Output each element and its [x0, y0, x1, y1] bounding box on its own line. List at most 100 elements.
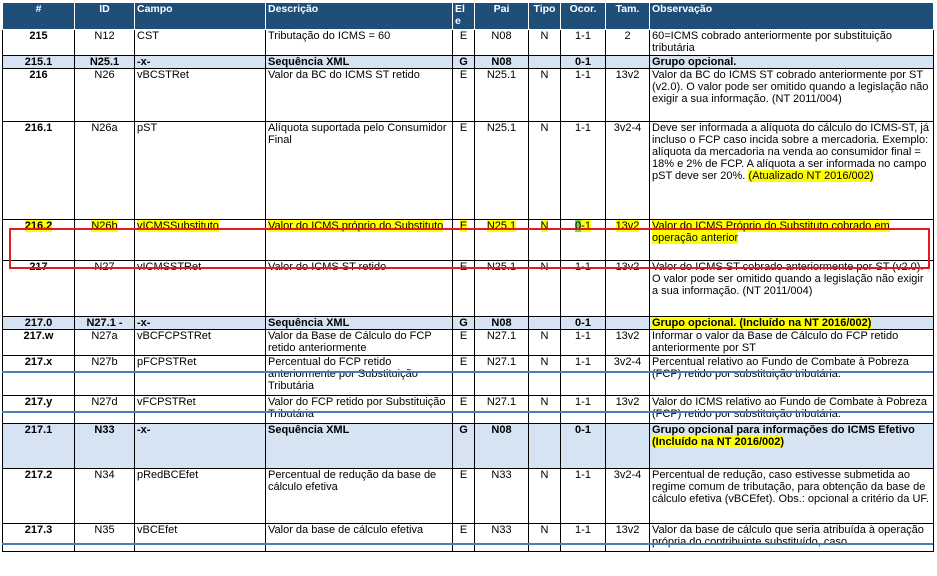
cell-num: 217.3 [2, 523, 75, 552]
cell-obs: Grupo opcional para informações do ICMS … [649, 423, 934, 469]
table-row: 217.x N27b pFCPSTRet Percentual do FCP r… [2, 355, 934, 396]
cell-obs: Grupo opcional. [649, 55, 934, 69]
cell-pai: N33 [474, 468, 529, 524]
cell-ele: E [452, 523, 475, 552]
cell-desc: Sequência XML [265, 55, 453, 69]
col-header-descricao: Descrição [265, 2, 453, 30]
cell-id: N26 [74, 68, 135, 122]
cell-campo: pRedBCEfet [134, 468, 266, 524]
cell-obs-text: Grupo opcional. (Incluído na NT 2016/002… [652, 317, 872, 329]
cell-tam: 13v2 [605, 329, 650, 356]
cell-num: 215.1 [2, 55, 75, 69]
cell-campo: pST [134, 121, 266, 220]
table-row: 215.1 N25.1 -x- Sequência XML G N08 0-1 … [2, 55, 934, 69]
update-note: (Incluído na NT 2016/002) [652, 436, 785, 448]
table-row: 217.3 N35 vBCEfet Valor da base de cálcu… [2, 523, 934, 552]
table-row: 217.0 N27.1 - -x- Sequência XML G N08 0-… [2, 316, 934, 330]
cell-id: N27 [74, 260, 135, 317]
cell-id-text: N26b [91, 220, 118, 232]
cell-campo: vBCEfet [134, 523, 266, 552]
cell-tipo: N [528, 355, 561, 396]
cell-pai: N25.1 [474, 121, 529, 220]
cell-tam: 13v2 [605, 260, 650, 317]
cell-id: N27a [74, 329, 135, 356]
cell-obs: Valor do ICMS Próprio do Substituto cobr… [649, 219, 934, 261]
cell-tipo [528, 423, 561, 469]
cell-tipo: N [528, 68, 561, 122]
cell-ocor: 1-1 [560, 260, 606, 317]
cell-desc: Alíquota suportada pelo Consumidor Final [265, 121, 453, 220]
cell-ele-text: E [459, 220, 468, 232]
cell-pai: N25.1 [474, 68, 529, 122]
cell-ocor: 0-1 [560, 55, 606, 69]
cell-pai: N08 [474, 29, 529, 56]
cell-ocor: 0-1 [560, 219, 606, 261]
cell-id: N12 [74, 29, 135, 56]
col-header-ocor: Ocor. [560, 2, 606, 30]
cell-id: N35 [74, 523, 135, 552]
cell-campo: vICMSSubstituto [134, 219, 266, 261]
cell-pai: N08 [474, 316, 529, 330]
cell-id: N27d [74, 395, 135, 424]
cell-tipo: N [528, 468, 561, 524]
row-divider-accent [2, 411, 933, 413]
cell-ele: E [452, 260, 475, 317]
cell-tipo: N [528, 523, 561, 552]
cell-obs: Valor do ICMS relativo ao Fundo de Comba… [649, 395, 934, 424]
cell-id: N26b [74, 219, 135, 261]
cell-ocor: 0-1 [560, 316, 606, 330]
cell-pai: N33 [474, 523, 529, 552]
cell-ele: E [452, 395, 475, 424]
cell-pai-text: N25.1 [486, 220, 517, 232]
col-header-id: ID [74, 2, 135, 30]
cell-campo: -x- [134, 316, 266, 330]
cell-ele: E [452, 468, 475, 524]
cell-ele: E [452, 68, 475, 122]
cell-desc-text: Valor do ICMS próprio do Substituto [268, 220, 444, 232]
cell-pai: N27.1 [474, 355, 529, 396]
cell-campo: vFCPSTRet [134, 395, 266, 424]
cell-tam: 3v2-4 [605, 121, 650, 220]
col-header-ele: El e [452, 2, 475, 30]
cell-desc: Tributação do ICMS = 60 [265, 29, 453, 56]
cell-tam: 2 [605, 29, 650, 56]
cell-obs: Informar o valor da Base de Cálculo do F… [649, 329, 934, 356]
cell-obs: Deve ser informada a alíquota do cálculo… [649, 121, 934, 220]
table-row: 217.w N27a vBCFCPSTRet Valor da Base de … [2, 329, 934, 356]
cell-num: 217.0 [2, 316, 75, 330]
cell-desc: Valor da base de cálculo efetiva [265, 523, 453, 552]
cell-pai: N27.1 [474, 329, 529, 356]
cell-tipo: N [528, 395, 561, 424]
table-row: 216 N26 vBCSTRet Valor da BC do ICMS ST … [2, 68, 934, 122]
cell-tam [605, 423, 650, 469]
row-divider-accent [2, 543, 933, 545]
cell-desc: Valor da BC do ICMS ST retido [265, 68, 453, 122]
cell-obs: Percentual relativo ao Fundo de Combate … [649, 355, 934, 396]
col-header-pai: Pai [474, 2, 529, 30]
table-row: 217.y N27d vFCPSTRet Valor do FCP retido… [2, 395, 934, 424]
cell-num: 217.1 [2, 423, 75, 469]
cell-obs: Valor da BC do ICMS ST cobrado anteriorm… [649, 68, 934, 122]
update-note: (Atualizado NT 2016/002) [748, 170, 874, 182]
cell-tam-text: 13v2 [615, 220, 640, 232]
cell-tam: 13v2 [605, 68, 650, 122]
cell-tipo: N [528, 219, 561, 261]
cell-obs: Percentual de redução, caso estivesse su… [649, 468, 934, 524]
table-row: 217.2 N34 pRedBCEfet Percentual de reduç… [2, 468, 934, 524]
cell-desc: Valor do ICMS próprio do Substituto [265, 219, 453, 261]
cell-id: N26a [74, 121, 135, 220]
cell-num: 217.2 [2, 468, 75, 524]
row-divider-accent [2, 371, 933, 373]
cell-pai: N25.1 [474, 260, 529, 317]
cell-ocor: 0-1 [560, 423, 606, 469]
cell-campo: CST [134, 29, 266, 56]
cell-num: 217.w [2, 329, 75, 356]
cell-ocor: 1-1 [560, 29, 606, 56]
cell-tam: 3v2-4 [605, 355, 650, 396]
cell-campo: pFCPSTRet [134, 355, 266, 396]
cell-campo: vBCFCPSTRet [134, 329, 266, 356]
cell-obs: Valor do ICMS ST cobrado anteriormente p… [649, 260, 934, 317]
cell-pai: N08 [474, 423, 529, 469]
cell-campo: -x- [134, 423, 266, 469]
cell-obs: Grupo opcional. (Incluído na NT 2016/002… [649, 316, 934, 330]
